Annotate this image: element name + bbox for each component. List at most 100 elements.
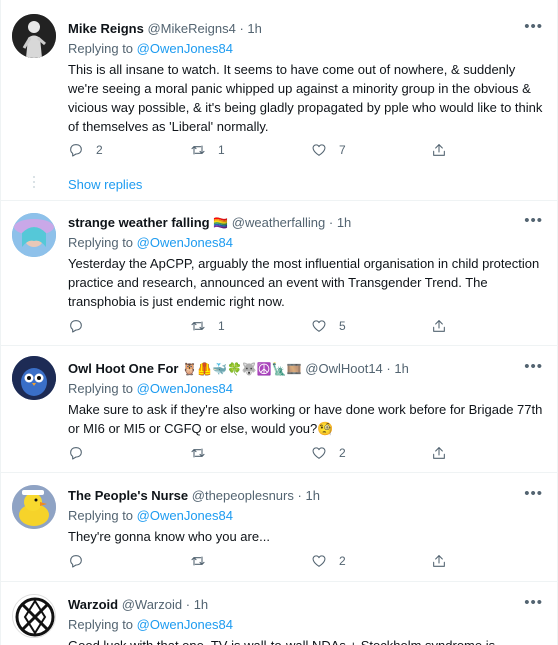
timestamp[interactable]: 1h (337, 215, 351, 230)
retweet-icon (191, 145, 205, 155)
heart-icon (312, 144, 326, 156)
tweet-actions: 2 (68, 551, 448, 571)
retweet-count: 1 (218, 143, 225, 157)
display-name[interactable]: Warzoid (68, 597, 118, 612)
tweet-the-peoples-nurse[interactable]: The People's Nurse @thepeoplesnurs · 1h … (1, 473, 557, 580)
avatar[interactable] (12, 213, 56, 257)
tweet-actions: 1 5 (68, 316, 448, 336)
reply-icon (70, 144, 82, 157)
replying-to: Replying to @OwenJones84 (68, 40, 543, 58)
user-handle[interactable]: @thepeoplesnurs (192, 488, 294, 503)
user-handle[interactable]: @weatherfalling (232, 215, 325, 230)
separator-dot: · (328, 215, 334, 230)
show-replies-link[interactable]: Show replies (68, 177, 142, 192)
replying-to-label: Replying to (68, 41, 134, 56)
reply-icon (70, 555, 82, 568)
tweet-content: Mike Reigns @MikeReigns4 · 1h ••• Replyi… (68, 19, 543, 136)
name-emoji: 🏳️‍🌈 (213, 216, 229, 230)
tweet-actions: 2 1 7 (68, 140, 448, 160)
replying-to-link[interactable]: @OwenJones84 (137, 41, 233, 56)
share-icon (433, 447, 445, 459)
tweet-warzoid[interactable]: Warzoid @Warzoid · 1h ••• Replying to @O… (1, 582, 557, 645)
replying-to: Replying to @OwenJones84 (68, 616, 543, 634)
user-handle[interactable]: @MikeReigns4 (147, 21, 235, 36)
retweet-button[interactable]: 1 (190, 140, 225, 160)
replying-to: Replying to @OwenJones84 (68, 234, 543, 252)
share-button[interactable] (431, 140, 447, 160)
more-options-icon[interactable]: ••• (524, 213, 543, 228)
more-options-icon[interactable]: ••• (524, 19, 543, 34)
separator-dot: · (297, 488, 302, 503)
separator-dot: · (239, 21, 244, 36)
like-count: 7 (339, 143, 346, 157)
display-name[interactable]: Owl Hoot One For (68, 361, 179, 376)
share-button[interactable] (431, 443, 447, 463)
reply-button[interactable] (68, 551, 84, 571)
tweet-text: They're gonna know who you are... (68, 529, 270, 544)
tweet-header: Warzoid @Warzoid · 1h ••• (68, 595, 543, 614)
timestamp[interactable]: 1h (394, 361, 408, 376)
share-icon (433, 320, 445, 332)
share-icon (433, 144, 445, 156)
tweet-header: Mike Reigns @MikeReigns4 · 1h ••• (68, 19, 543, 38)
retweet-icon (191, 321, 205, 331)
retweet-button[interactable]: 1 (190, 316, 225, 336)
timestamp[interactable]: 1h (194, 597, 208, 612)
share-icon (433, 555, 445, 567)
retweet-button[interactable] (190, 443, 206, 463)
like-count: 2 (339, 446, 346, 460)
tweet-content: Warzoid @Warzoid · 1h ••• Replying to @O… (68, 595, 543, 645)
retweet-button[interactable] (190, 551, 206, 571)
reply-button[interactable] (68, 443, 84, 463)
heart-icon (312, 447, 326, 459)
tweet-header: The People's Nurse @thepeoplesnurs · 1h … (68, 486, 543, 505)
reply-icon (70, 447, 82, 460)
replying-to-link[interactable]: @OwenJones84 (137, 235, 233, 250)
replying-to: Replying to @OwenJones84 (68, 507, 543, 525)
separator-dot: · (386, 361, 391, 376)
user-handle[interactable]: @Warzoid (122, 597, 182, 612)
tweet-strange-weather-falling[interactable]: strange weather falling 🏳️‍🌈 @weatherfal… (1, 201, 557, 345)
replying-to-link[interactable]: @OwenJones84 (137, 381, 233, 396)
like-count: 2 (339, 554, 346, 568)
tweet-actions: 2 (68, 443, 448, 463)
display-name[interactable]: The People's Nurse (68, 488, 188, 503)
timestamp[interactable]: 1h (247, 21, 261, 36)
share-button[interactable] (431, 551, 447, 571)
display-name[interactable]: strange weather falling (68, 215, 210, 230)
like-button[interactable]: 2 (311, 551, 346, 571)
timestamp[interactable]: 1h (305, 488, 319, 503)
retweet-count: 1 (218, 319, 225, 333)
tweet-text: Yesterday the ApCPP, arguably the most i… (68, 256, 540, 309)
display-name[interactable]: Mike Reigns (68, 21, 144, 36)
replying-to: Replying to @OwenJones84 (68, 380, 543, 398)
separator-dot: · (185, 597, 191, 612)
tweet-content: The People's Nurse @thepeoplesnurs · 1h … (68, 486, 543, 546)
more-options-icon[interactable]: ••• (524, 486, 543, 501)
like-button[interactable]: 7 (311, 140, 346, 160)
avatar-image-icon (13, 595, 55, 637)
tweet-mike-reigns[interactable]: Mike Reigns @MikeReigns4 · 1h ••• Replyi… (1, 0, 557, 200)
reply-feed: Mike Reigns @MikeReigns4 · 1h ••• Replyi… (0, 0, 558, 645)
like-button[interactable]: 5 (311, 316, 346, 336)
more-options-icon[interactable]: ••• (524, 359, 543, 374)
reply-button[interactable]: 2 (68, 140, 103, 160)
avatar[interactable] (12, 14, 56, 58)
more-options-icon[interactable]: ••• (524, 595, 543, 610)
share-button[interactable] (431, 316, 447, 336)
tweet-content: Owl Hoot One For 🦉🦺🐳🍀🐺☮️🗽🎞️ @OwlHoot14 ·… (68, 359, 543, 438)
replying-to-link[interactable]: @OwenJones84 (137, 617, 233, 632)
retweet-icon (191, 556, 205, 566)
user-handle[interactable]: @OwlHoot14 (305, 361, 383, 376)
avatar[interactable] (12, 485, 56, 529)
tweet-owl-hoot-one-for[interactable]: Owl Hoot One For 🦉🦺🐳🍀🐺☮️🗽🎞️ @OwlHoot14 ·… (1, 346, 557, 472)
reply-count: 2 (96, 143, 103, 157)
like-button[interactable]: 2 (311, 443, 346, 463)
replying-to-link[interactable]: @OwenJones84 (137, 508, 233, 523)
tweet-text: This is all insane to watch. It seems to… (68, 62, 543, 134)
avatar-image-icon (12, 356, 56, 400)
avatar[interactable] (12, 594, 56, 638)
thread-connector (33, 176, 35, 191)
reply-button[interactable] (68, 316, 84, 336)
avatar[interactable] (12, 356, 56, 400)
